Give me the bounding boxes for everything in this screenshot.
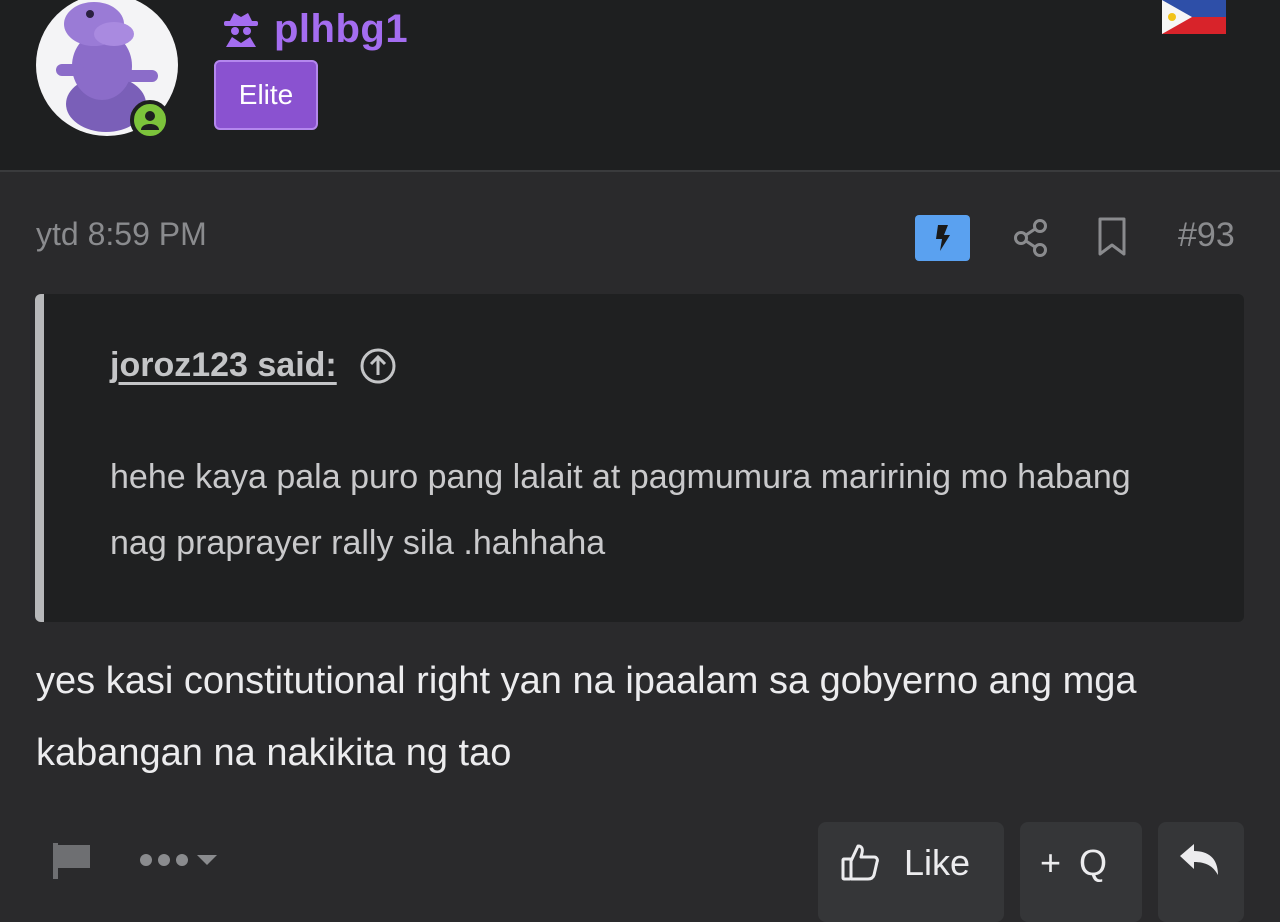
like-button[interactable]: Like bbox=[818, 822, 1004, 922]
more-options-menu[interactable] bbox=[140, 842, 240, 878]
spy-icon bbox=[224, 13, 258, 47]
thumbs-up-icon bbox=[841, 844, 879, 881]
quote-text: hehe kaya pala puro pang lalait at pagmu… bbox=[110, 458, 1131, 562]
quote-header: joroz123 said: bbox=[110, 346, 397, 385]
multi-quote-button[interactable]: + Q bbox=[1020, 822, 1142, 922]
username-row: plhbg1 bbox=[222, 4, 408, 54]
online-status bbox=[130, 100, 170, 140]
online-user-icon bbox=[141, 111, 159, 130]
caret-down-icon bbox=[197, 855, 217, 865]
post-body: yes kasi constitutional right yan na ipa… bbox=[36, 660, 1137, 774]
post-header: plhbg1 Elite bbox=[0, 0, 1280, 172]
philippines-flag-icon bbox=[1162, 0, 1226, 34]
quote-label: Q bbox=[1079, 842, 1108, 883]
quote-block: joroz123 said: hehe kaya pala puro pang … bbox=[35, 294, 1244, 622]
post-number[interactable]: #93 bbox=[1178, 216, 1235, 255]
lightning-icon bbox=[935, 225, 950, 251]
bookmark-icon[interactable] bbox=[1096, 216, 1128, 258]
like-label: Like bbox=[904, 842, 971, 883]
share-icon[interactable] bbox=[1012, 218, 1050, 258]
arrow-up-circle-icon[interactable] bbox=[359, 347, 397, 385]
dot-icon bbox=[140, 854, 152, 866]
quote-author-link[interactable]: joroz123 said: bbox=[110, 346, 337, 385]
plus-icon: + bbox=[1040, 842, 1062, 883]
user-badge: Elite bbox=[214, 60, 318, 130]
dot-icon bbox=[158, 854, 170, 866]
flag-report-icon[interactable] bbox=[50, 840, 92, 880]
username[interactable]: plhbg1 bbox=[274, 7, 408, 52]
dot-icon bbox=[176, 854, 188, 866]
post-timestamp[interactable]: ytd 8:59 PM bbox=[36, 216, 207, 253]
reply-icon bbox=[1180, 844, 1218, 875]
react-button[interactable] bbox=[915, 215, 970, 261]
reply-button[interactable] bbox=[1158, 822, 1244, 922]
